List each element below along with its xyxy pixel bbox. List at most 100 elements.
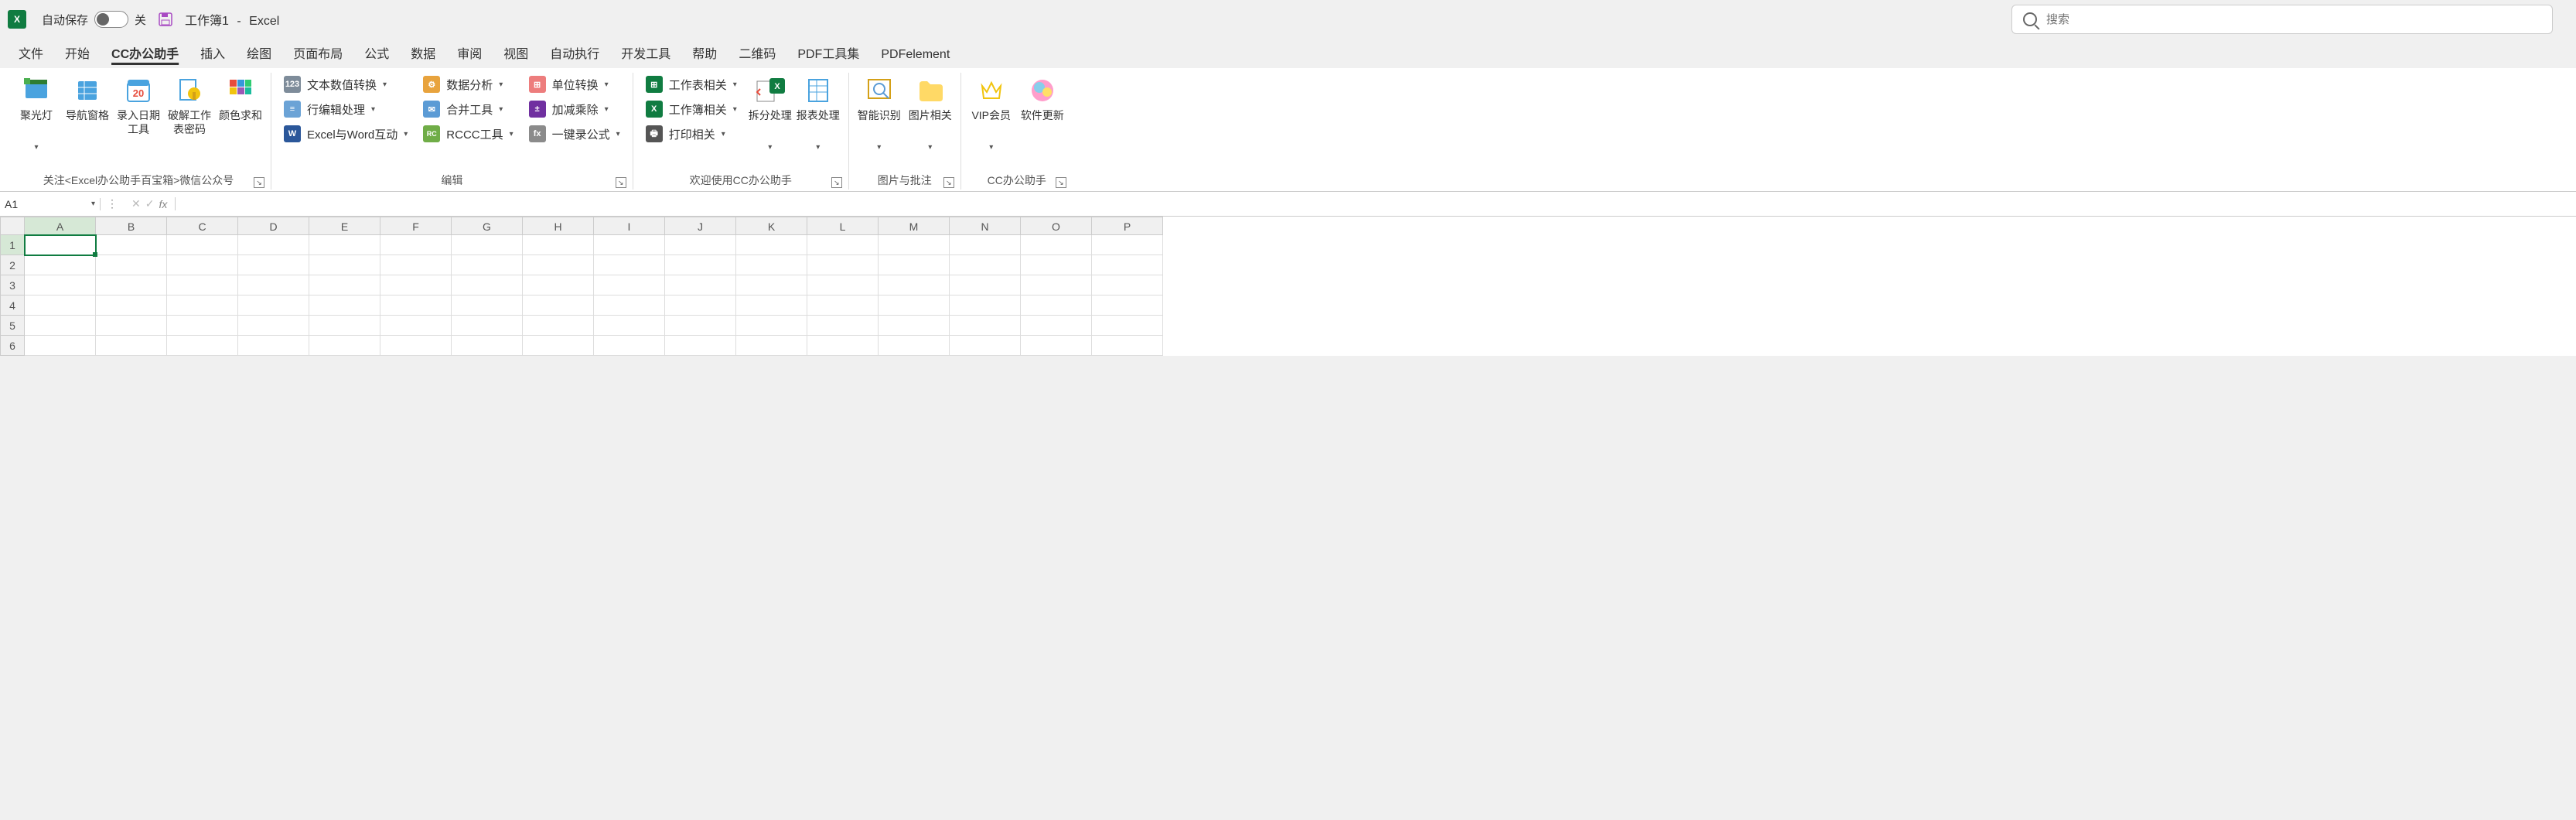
cell[interactable] bbox=[594, 336, 665, 356]
cell[interactable] bbox=[309, 235, 380, 255]
cell[interactable] bbox=[665, 316, 736, 336]
cell[interactable] bbox=[807, 235, 879, 255]
cell[interactable] bbox=[736, 275, 807, 296]
cell[interactable] bbox=[665, 296, 736, 316]
cell[interactable] bbox=[167, 275, 238, 296]
button-RCCC工具[interactable]: RCRCCC工具▾ bbox=[417, 122, 519, 145]
cell[interactable] bbox=[309, 296, 380, 316]
cell[interactable] bbox=[1092, 316, 1163, 336]
tab-二维码[interactable]: 二维码 bbox=[728, 37, 786, 68]
autosave-toggle[interactable]: 自动保存 关 bbox=[42, 11, 146, 28]
column-header[interactable]: H bbox=[523, 217, 594, 235]
tab-数据[interactable]: 数据 bbox=[400, 37, 446, 68]
cell[interactable] bbox=[167, 316, 238, 336]
cell[interactable] bbox=[950, 275, 1021, 296]
column-header[interactable]: F bbox=[380, 217, 452, 235]
cell[interactable] bbox=[807, 336, 879, 356]
cell[interactable] bbox=[452, 235, 523, 255]
cell[interactable] bbox=[25, 275, 96, 296]
cell[interactable] bbox=[25, 336, 96, 356]
row-header[interactable]: 3 bbox=[0, 275, 25, 296]
column-header[interactable]: G bbox=[452, 217, 523, 235]
column-header[interactable]: N bbox=[950, 217, 1021, 235]
cell[interactable] bbox=[523, 296, 594, 316]
cell[interactable] bbox=[380, 336, 452, 356]
cell[interactable] bbox=[452, 255, 523, 275]
select-all-corner[interactable] bbox=[0, 217, 25, 235]
cell[interactable] bbox=[1092, 275, 1163, 296]
row-header[interactable]: 6 bbox=[0, 336, 25, 356]
formula-input[interactable] bbox=[176, 192, 2576, 216]
cell[interactable] bbox=[879, 316, 950, 336]
cell[interactable] bbox=[25, 235, 96, 255]
cell[interactable] bbox=[238, 296, 309, 316]
dialog-launcher-icon[interactable]: ↘ bbox=[943, 177, 954, 188]
cell[interactable] bbox=[380, 316, 452, 336]
cell[interactable] bbox=[523, 316, 594, 336]
cell[interactable] bbox=[879, 235, 950, 255]
cell[interactable] bbox=[238, 255, 309, 275]
cell[interactable] bbox=[523, 255, 594, 275]
column-header[interactable]: B bbox=[96, 217, 167, 235]
column-header[interactable]: M bbox=[879, 217, 950, 235]
cell[interactable] bbox=[1092, 296, 1163, 316]
cell[interactable] bbox=[1021, 296, 1092, 316]
button-打印相关[interactable]: 🖶打印相关▾ bbox=[640, 122, 743, 145]
button-合并工具[interactable]: ✉合并工具▾ bbox=[417, 97, 519, 121]
cell[interactable] bbox=[309, 316, 380, 336]
button-VIP会员[interactable]: VIP会员▾ bbox=[967, 73, 1015, 155]
button-破解工作表密码[interactable]: 破解工作表密码 bbox=[165, 73, 213, 142]
cell[interactable] bbox=[807, 316, 879, 336]
cell[interactable] bbox=[238, 316, 309, 336]
cell[interactable] bbox=[309, 255, 380, 275]
cell[interactable] bbox=[594, 235, 665, 255]
cell[interactable] bbox=[1021, 235, 1092, 255]
button-文本数值转换[interactable]: 123文本数值转换▾ bbox=[278, 73, 414, 96]
cell[interactable] bbox=[1092, 336, 1163, 356]
cell[interactable] bbox=[594, 316, 665, 336]
chevron-down-icon[interactable]: ▾ bbox=[91, 200, 95, 208]
cell[interactable] bbox=[736, 316, 807, 336]
cell[interactable] bbox=[167, 235, 238, 255]
button-智能识别[interactable]: 智能识别▾ bbox=[855, 73, 903, 155]
cell[interactable] bbox=[452, 336, 523, 356]
cell[interactable] bbox=[665, 255, 736, 275]
column-header[interactable]: I bbox=[594, 217, 665, 235]
cell[interactable] bbox=[1021, 316, 1092, 336]
cell[interactable] bbox=[380, 275, 452, 296]
cell[interactable] bbox=[380, 255, 452, 275]
more-icon[interactable]: ⋮ bbox=[101, 197, 124, 210]
tab-CC办公助手[interactable]: CC办公助手 bbox=[101, 37, 189, 68]
cell[interactable] bbox=[665, 275, 736, 296]
button-报表处理[interactable]: 报表处理▾ bbox=[794, 73, 842, 155]
tab-插入[interactable]: 插入 bbox=[189, 37, 236, 68]
column-header[interactable]: O bbox=[1021, 217, 1092, 235]
cell[interactable] bbox=[452, 275, 523, 296]
dialog-launcher-icon[interactable]: ↘ bbox=[616, 177, 626, 188]
cell[interactable] bbox=[950, 336, 1021, 356]
cell[interactable] bbox=[96, 275, 167, 296]
cell[interactable] bbox=[950, 296, 1021, 316]
cell[interactable] bbox=[380, 296, 452, 316]
search-box[interactable] bbox=[2011, 5, 2553, 34]
cell[interactable] bbox=[1021, 255, 1092, 275]
cell[interactable] bbox=[879, 255, 950, 275]
row-header[interactable]: 1 bbox=[0, 235, 25, 255]
cell[interactable] bbox=[665, 336, 736, 356]
row-header[interactable]: 4 bbox=[0, 296, 25, 316]
tab-审阅[interactable]: 审阅 bbox=[446, 37, 493, 68]
cell[interactable] bbox=[807, 296, 879, 316]
tab-绘图[interactable]: 绘图 bbox=[236, 37, 282, 68]
cell[interactable] bbox=[736, 255, 807, 275]
cell[interactable] bbox=[167, 296, 238, 316]
tab-视图[interactable]: 视图 bbox=[493, 37, 539, 68]
cell[interactable] bbox=[452, 296, 523, 316]
button-数据分析[interactable]: ⚙数据分析▾ bbox=[417, 73, 519, 96]
cell[interactable] bbox=[807, 255, 879, 275]
button-行编辑处理[interactable]: ≡行编辑处理▾ bbox=[278, 97, 414, 121]
button-拆分处理[interactable]: X拆分处理▾ bbox=[746, 73, 794, 155]
tab-文件[interactable]: 文件 bbox=[8, 37, 54, 68]
cell[interactable] bbox=[1092, 255, 1163, 275]
cell[interactable] bbox=[950, 316, 1021, 336]
cell[interactable] bbox=[96, 296, 167, 316]
